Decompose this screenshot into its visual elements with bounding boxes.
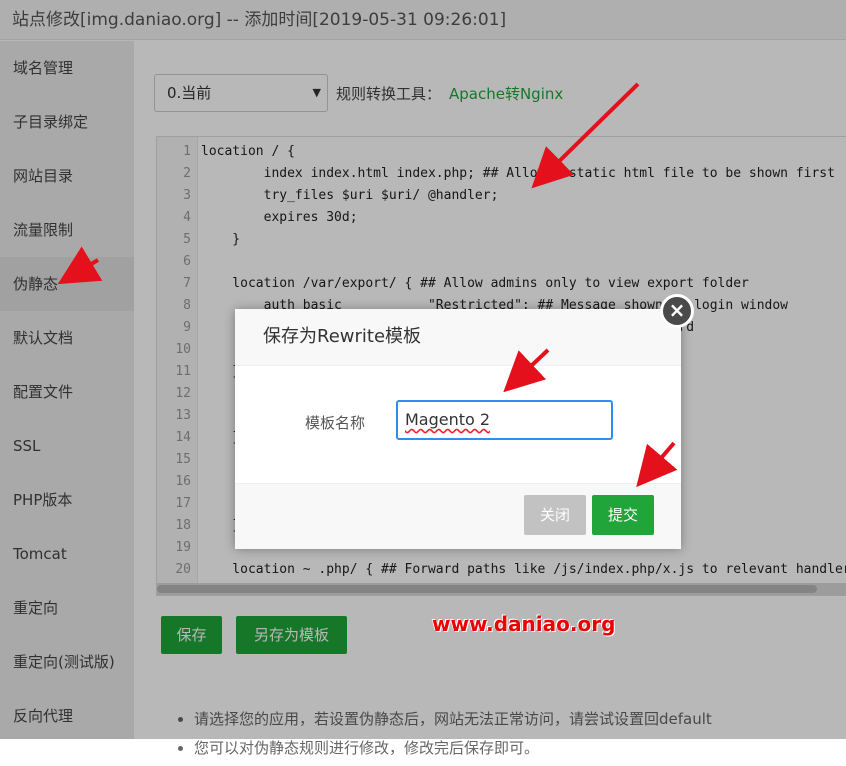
arrow-icon [531,82,640,189]
annotation-arrows [57,82,678,488]
arrow-icon [636,441,678,488]
arrow-icon [503,348,550,393]
note-item: 您可以对伪静态规则进行修改，修改完后保存即可。 [194,737,712,758]
arrow-icon [57,246,103,285]
